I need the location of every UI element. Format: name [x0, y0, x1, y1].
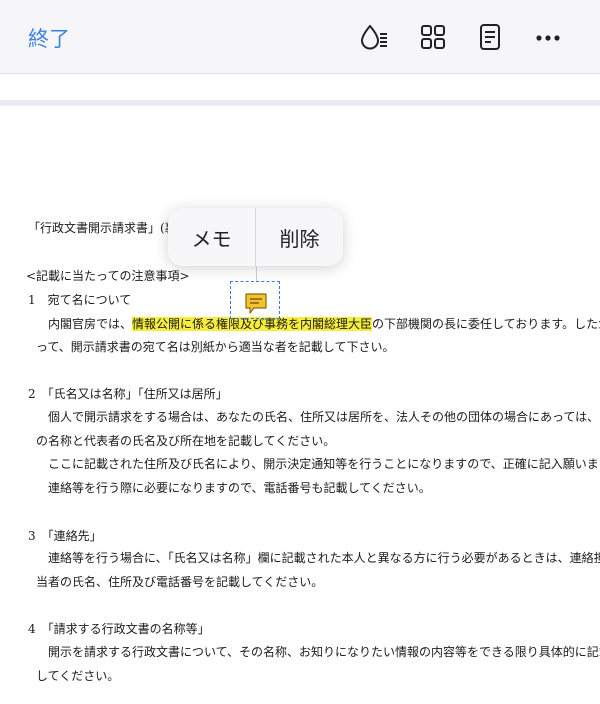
section-2-title: 2 「氏名又は名称」「住所又は居所」: [28, 387, 228, 401]
section-1-line-2: って、開示請求書の宛て名は別紙から適当な者を記載して下さい。: [36, 340, 395, 354]
section-1-line-1: 内閣官房では、情報公開に係る権限及び事務を内閣総理大臣の下部機関の長に委任してお…: [48, 316, 600, 332]
done-button[interactable]: 終了: [28, 23, 70, 53]
section-1-title: 1 宛て名について: [28, 293, 132, 307]
delete-button[interactable]: 削除: [256, 208, 343, 266]
menu-pointer: [256, 266, 257, 282]
memo-button[interactable]: メモ: [168, 208, 255, 266]
section-3-line-1: 連絡等を行う場合に、「氏名又は名称」欄に記載された本人と異なる方に行う必要がある…: [48, 551, 600, 565]
annotation-menu: メモ 削除: [168, 208, 343, 266]
text-span: の下部機関の長に委任しております。したが: [372, 317, 600, 331]
section-2-line-3: ここに記載された住所及び氏名により、開示決定通知等を行うことになりますので、正確…: [48, 457, 600, 471]
ink-drop-icon[interactable]: [358, 22, 388, 52]
notes-heading: <記載に当たっての注意事項>: [26, 269, 190, 283]
more-icon[interactable]: [533, 22, 563, 52]
toolbar: 終了: [0, 0, 600, 74]
section-2-line-4: 連絡等を行う際に必要になりますので、電話番号も記載してください。: [48, 481, 431, 495]
section-2-line-1: 個人で開示請求をする場合は、あなたの氏名、住所又は居所を、法人その他の団体の場合…: [48, 410, 600, 424]
doc-heading: 「行政文書開示請求書」(裏: [28, 221, 177, 235]
section-3-line-2: 当者の氏名、住所及び電話番号を記載してください。: [36, 575, 324, 589]
section-2-line-2: の名称と代表者の氏名及び所在地を記載してください。: [36, 434, 336, 448]
note-icon[interactable]: [244, 291, 268, 315]
section-4-title: 4 「請求する行政文書の名称等」: [28, 622, 210, 636]
highlighted-text[interactable]: 情報公開に係る権限及び事務を内閣総理大臣: [132, 317, 373, 331]
grid-icon[interactable]: [418, 22, 448, 52]
document-page: [0, 106, 600, 704]
text-span: 内閣官房では、: [48, 317, 133, 331]
section-4-line-2: してください。: [36, 669, 120, 683]
section-3-title: 3 「連絡先」: [28, 529, 102, 543]
page-icon[interactable]: [475, 22, 505, 52]
section-4-line-1: 開示を請求する行政文書について、その名称、お知りになりたい情報の内容等をできる限…: [48, 645, 600, 659]
